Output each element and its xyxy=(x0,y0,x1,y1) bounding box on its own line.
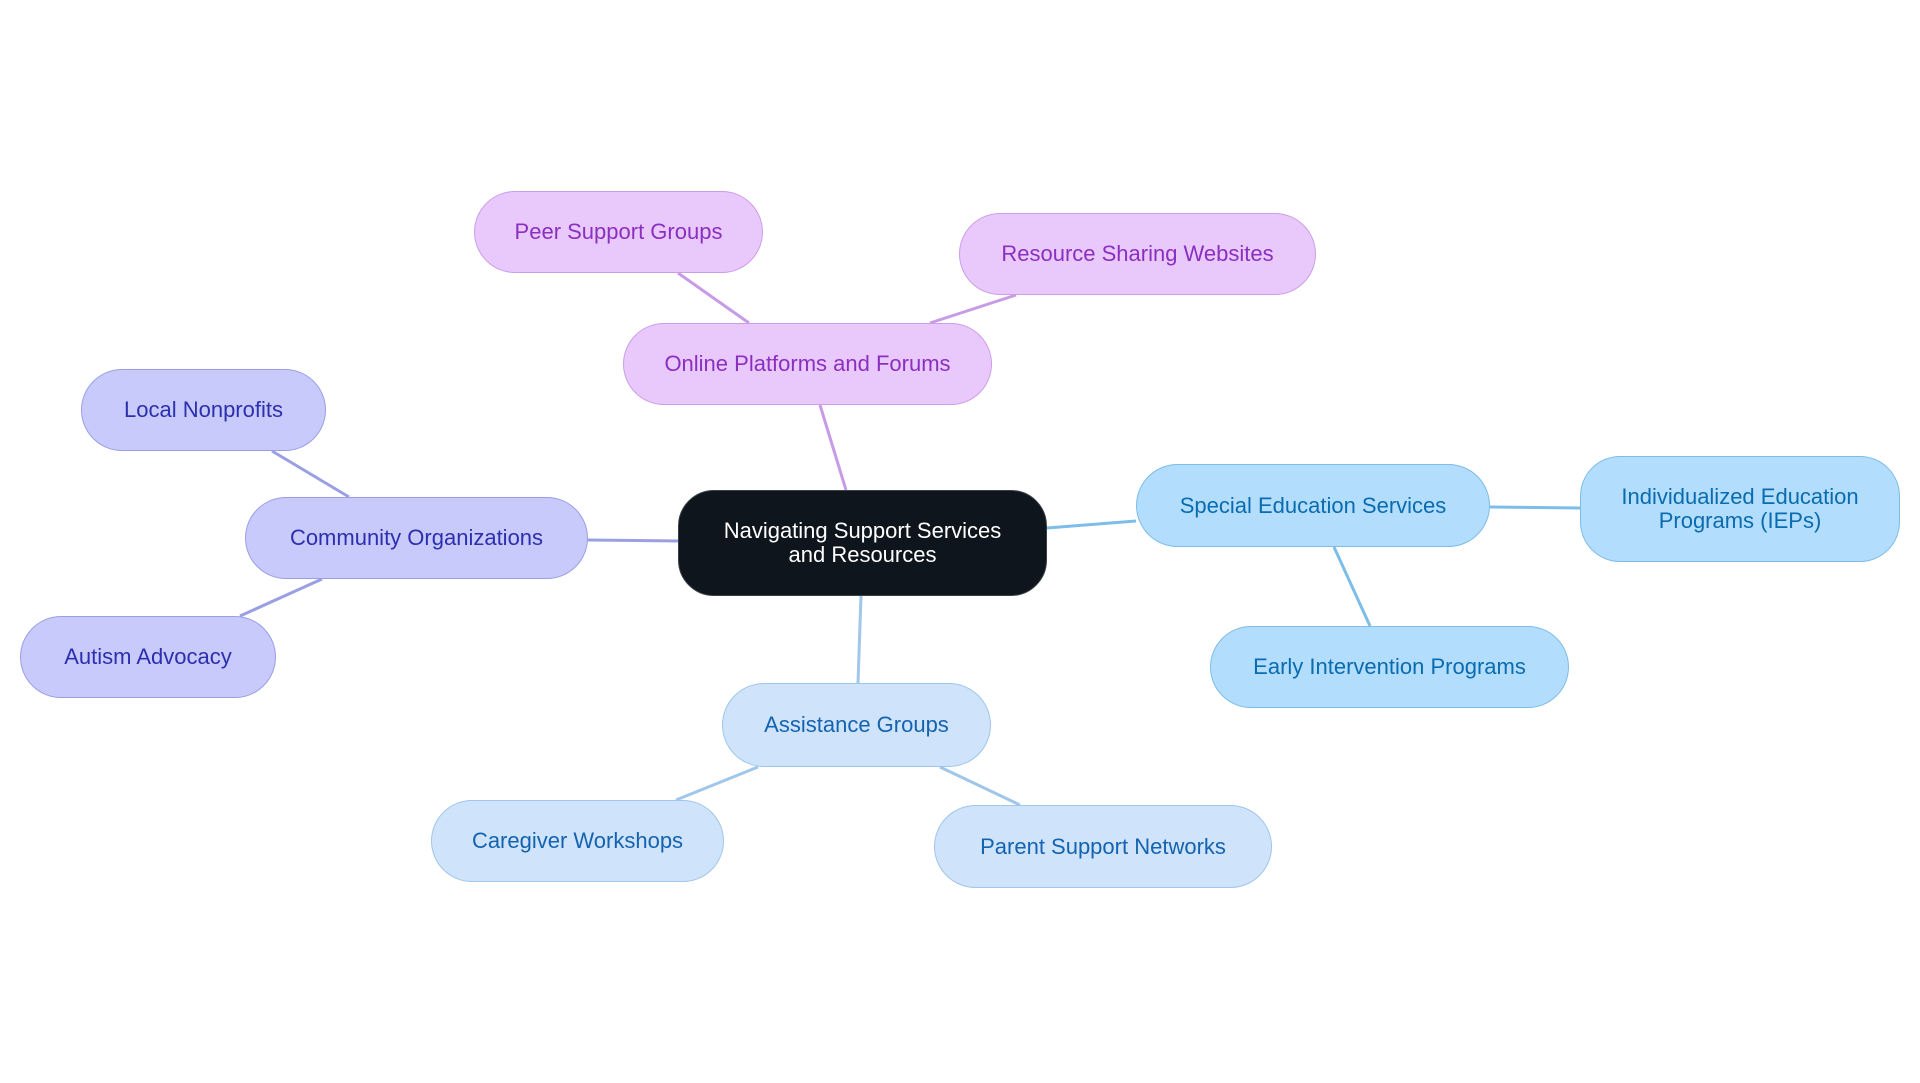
node-label: Community Organizations xyxy=(289,525,544,550)
node-label: Assistance Groups xyxy=(764,712,949,737)
node-label: Online Platforms and Forums xyxy=(664,351,951,376)
root-node[interactable]: Navigating Support Services and Resource… xyxy=(678,490,1047,596)
edge-community-nonprofits xyxy=(271,449,350,499)
node-local-nonprofits[interactable]: Local Nonprofits xyxy=(81,369,326,451)
node-autism-advocacy[interactable]: Autism Advocacy xyxy=(20,616,276,698)
node-label: Caregiver Workshops xyxy=(471,828,684,853)
node-ieps[interactable]: Individualized Education Programs (IEPs) xyxy=(1580,456,1900,562)
node-resource-sharing-websites[interactable]: Resource Sharing Websites xyxy=(959,213,1316,295)
edge-online-resource xyxy=(929,293,1017,325)
node-early-intervention-programs[interactable]: Early Intervention Programs xyxy=(1210,626,1569,708)
edge-root-community xyxy=(587,538,679,543)
edge-root-online xyxy=(818,404,848,491)
edge-root-special xyxy=(1046,519,1137,530)
node-label: Special Education Services xyxy=(1179,492,1447,518)
node-label: Resource Sharing Websites xyxy=(1001,241,1274,266)
edge-root-assistance xyxy=(856,595,863,684)
node-caregiver-workshops[interactable]: Caregiver Workshops xyxy=(431,800,724,882)
node-label: Early Intervention Programs xyxy=(1253,654,1526,679)
node-label: Individualized Education Programs (IEPs) xyxy=(1621,484,1859,533)
node-online-platforms[interactable]: Online Platforms and Forums xyxy=(623,323,992,405)
node-label: Parent Support Networks xyxy=(980,833,1226,859)
edge-assistance-parent xyxy=(939,765,1021,807)
node-peer-support-groups[interactable]: Peer Support Groups xyxy=(474,191,763,273)
edge-community-autism xyxy=(239,577,323,618)
edge-online-peer xyxy=(677,271,750,325)
edge-special-ieps xyxy=(1489,505,1581,510)
node-label: Autism Advocacy xyxy=(64,644,232,669)
root-node-label: Navigating Support Services and Resource… xyxy=(723,518,1002,567)
edge-special-early xyxy=(1332,546,1372,627)
node-special-education-services[interactable]: Special Education Services xyxy=(1136,464,1490,547)
edge-assistance-caregiver xyxy=(675,765,759,802)
node-parent-support-networks[interactable]: Parent Support Networks xyxy=(934,805,1272,888)
node-community-organizations[interactable]: Community Organizations xyxy=(245,497,588,579)
node-label: Peer Support Groups xyxy=(514,219,723,244)
node-assistance-groups[interactable]: Assistance Groups xyxy=(722,683,991,767)
node-label: Local Nonprofits xyxy=(124,397,283,422)
